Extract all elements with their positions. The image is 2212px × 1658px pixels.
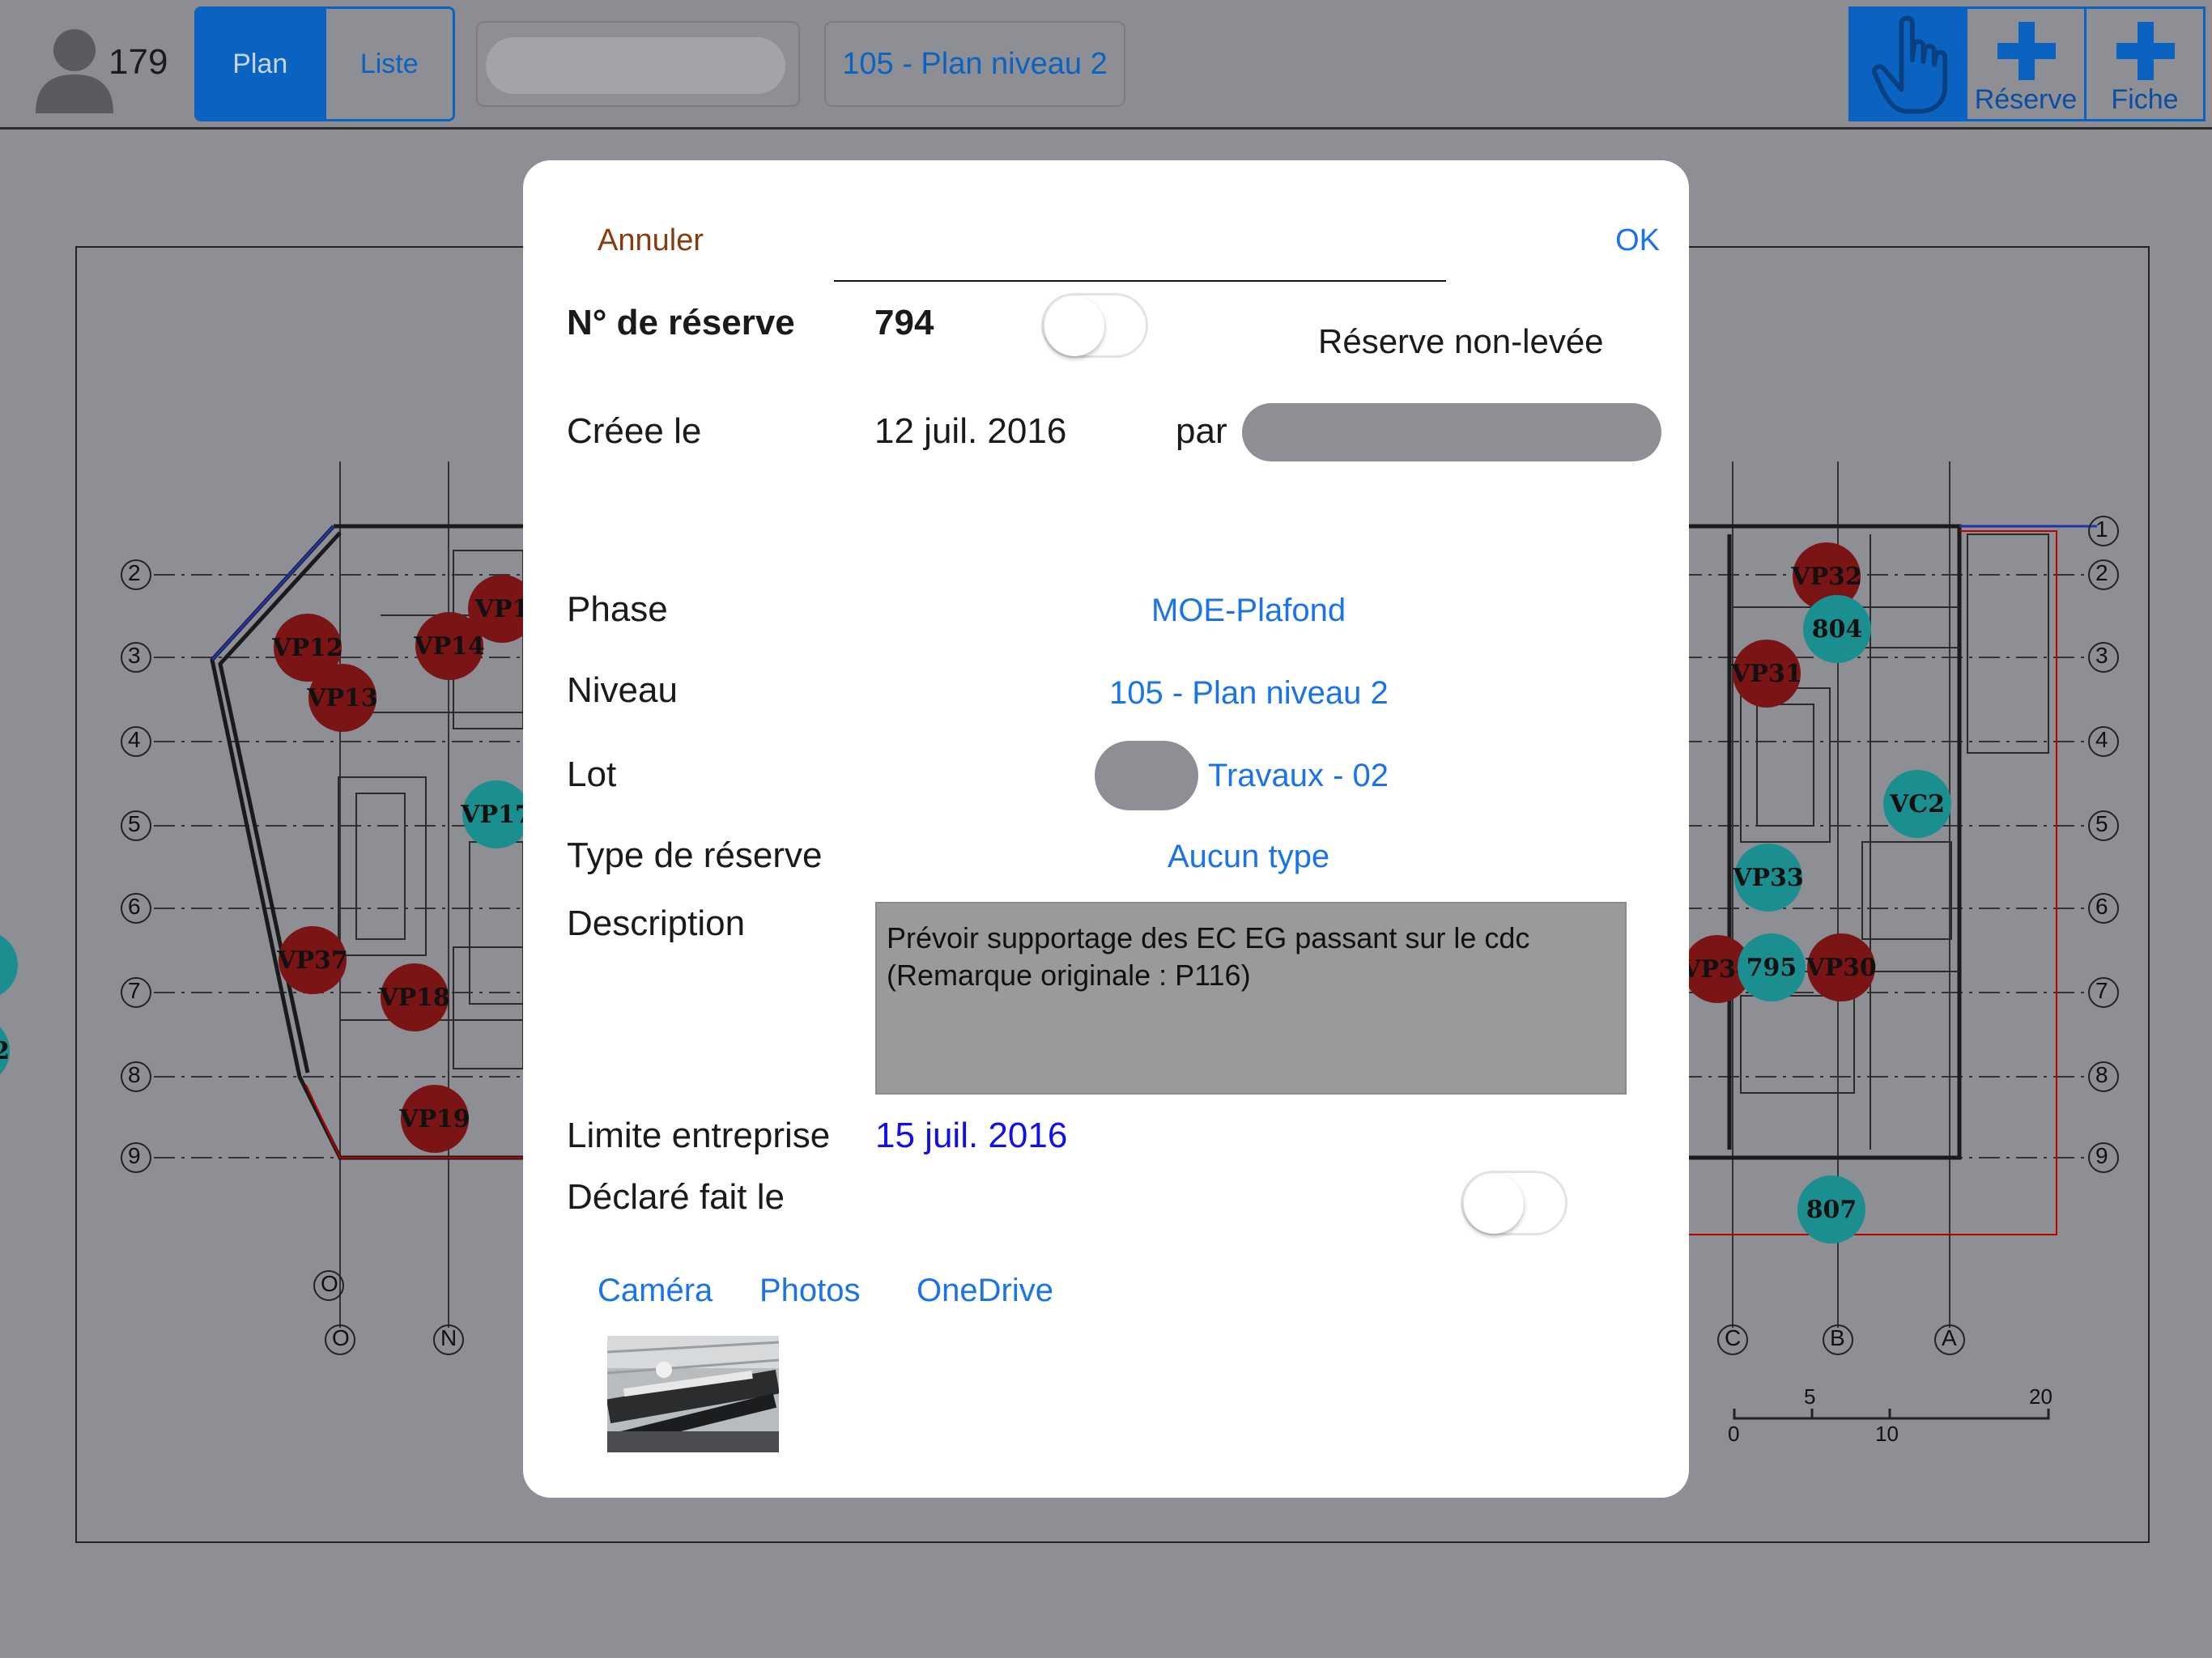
created-by-label: par	[1176, 411, 1227, 451]
lot-value[interactable]: Travaux - 02	[1208, 758, 1389, 794]
scale-tick: 20	[2029, 1384, 2052, 1409]
grid-row-label: 4	[128, 727, 141, 752]
description-textarea[interactable]: Prévoir supportage des EC EG passant sur…	[875, 902, 1627, 1095]
scale-tick: 0	[1728, 1422, 1740, 1446]
reserve-marker[interactable]: 807	[1797, 1175, 1865, 1244]
grid-row-label: 2	[2095, 560, 2108, 585]
plus-icon	[2116, 22, 2175, 80]
type-value[interactable]: Aucun type	[1168, 839, 1329, 875]
toggle-knob	[1464, 1174, 1524, 1234]
grid-col-label: O	[332, 1325, 350, 1350]
view-segmented-control: Plan Liste	[194, 6, 455, 121]
reserve-marker[interactable]: VP17	[461, 780, 532, 848]
grid-col-label: N	[440, 1325, 457, 1350]
grid-row-label: 3	[128, 643, 141, 668]
photo-thumbnail[interactable]	[607, 1336, 779, 1452]
grid-row-label: 5	[2095, 811, 2108, 836]
grid-row-label: 2	[128, 560, 141, 585]
project-selector[interactable]	[476, 21, 800, 107]
reserve-status-text: Réserve non-levée	[1318, 322, 1604, 360]
ceiling-photo-image	[607, 1336, 779, 1452]
camera-button[interactable]: Caméra	[598, 1273, 713, 1309]
niveau-label: Niveau	[567, 670, 678, 710]
toggle-knob	[1044, 296, 1104, 356]
description-label: Description	[567, 903, 746, 943]
scale-tick: 5	[1804, 1384, 1816, 1409]
limit-label: Limite entreprise	[567, 1116, 831, 1155]
grid-col-label: B	[1830, 1325, 1845, 1350]
onedrive-button[interactable]: OneDrive	[917, 1273, 1053, 1309]
grid-col-label: O	[321, 1271, 338, 1296]
tab-liste[interactable]: Liste	[323, 9, 453, 119]
add-reserve-button[interactable]: Réserve	[1967, 6, 2087, 121]
niveau-value[interactable]: 105 - Plan niveau 2	[1109, 675, 1389, 712]
grid-row-label: 9	[128, 1143, 141, 1168]
grid-col-label: C	[1725, 1325, 1742, 1350]
plan-selector-label: 105 - Plan niveau 2	[842, 46, 1108, 81]
grid-row-label: 8	[2095, 1062, 2108, 1087]
user-avatar-icon[interactable]	[32, 24, 117, 113]
photos-button[interactable]: Photos	[759, 1273, 861, 1309]
reserve-marker[interactable]: VP33	[1733, 844, 1804, 912]
reserve-marker[interactable]: VP31	[1731, 640, 1802, 708]
reserve-marker[interactable]: VP13	[307, 664, 378, 732]
grid-col-label: A	[1942, 1325, 1957, 1350]
grid-row-label: 6	[2095, 894, 2108, 919]
created-label: Créee le	[567, 411, 702, 451]
reserve-marker[interactable]: 795	[1738, 933, 1806, 1001]
add-fiche-label: Fiche	[2111, 84, 2179, 115]
limit-date[interactable]: 15 juil. 2016	[875, 1116, 1067, 1156]
grid-row-label: 3	[2095, 643, 2108, 668]
user-count: 179	[108, 42, 168, 82]
redacted-lot-code	[1095, 741, 1198, 810]
reserve-marker[interactable]: VP37	[277, 926, 348, 994]
reserve-marker[interactable]: 804	[1803, 595, 1871, 663]
grid-row-label: 6	[128, 894, 141, 919]
tab-plan[interactable]: Plan	[197, 9, 324, 119]
grid-row-label: 1	[2095, 517, 2108, 542]
add-reserve-label: Réserve	[1974, 84, 2078, 115]
plan-selector[interactable]: 105 - Plan niveau 2	[824, 21, 1125, 107]
grid-row-label: 7	[128, 978, 141, 1003]
grid-row-label: 7	[2095, 978, 2108, 1003]
phase-value[interactable]: MOE-Plafond	[1151, 593, 1346, 629]
grid-row-label: 4	[2095, 727, 2108, 752]
reserve-number-label: N° de réserve	[567, 303, 795, 342]
reserve-marker[interactable]: VC2	[1883, 770, 1951, 838]
select-tool-button[interactable]	[1848, 6, 1967, 121]
reserve-detail-dialog: Annuler OK N° de réserve 794 Réserve non…	[523, 160, 1689, 1498]
reserve-status-toggle[interactable]	[1041, 293, 1148, 358]
reserve-number-value: 794	[874, 303, 934, 342]
hand-pointer-icon	[1872, 15, 1948, 114]
title-input-underline[interactable]	[834, 280, 1446, 282]
redacted-author-name	[1242, 403, 1661, 461]
ok-button[interactable]: OK	[1615, 223, 1660, 258]
declared-done-toggle[interactable]	[1461, 1171, 1568, 1235]
top-bar: 179 Plan Liste 105 - Plan niveau 2 Réser…	[0, 0, 2212, 130]
plus-icon	[1997, 22, 2056, 80]
redacted-project-name	[486, 37, 785, 94]
scale-tick: 10	[1875, 1422, 1899, 1446]
reserve-marker[interactable]: VP18	[379, 963, 450, 1031]
phase-label: Phase	[567, 589, 668, 629]
lot-label: Lot	[567, 755, 617, 794]
cancel-button[interactable]: Annuler	[598, 223, 704, 258]
type-label: Type de réserve	[567, 835, 823, 875]
grid-row-label: 9	[2095, 1143, 2108, 1168]
declared-label: Déclaré fait le	[567, 1177, 785, 1217]
reserve-marker[interactable]: VP30	[1806, 933, 1877, 1001]
add-fiche-button[interactable]: Fiche	[2087, 6, 2206, 121]
toolbar-actions: Réserve Fiche	[1848, 6, 2206, 121]
created-date: 12 juil. 2016	[874, 411, 1067, 451]
grid-row-label: 8	[128, 1062, 141, 1087]
reserve-marker[interactable]: VP19	[399, 1085, 470, 1153]
grid-row-label: 5	[128, 811, 141, 836]
